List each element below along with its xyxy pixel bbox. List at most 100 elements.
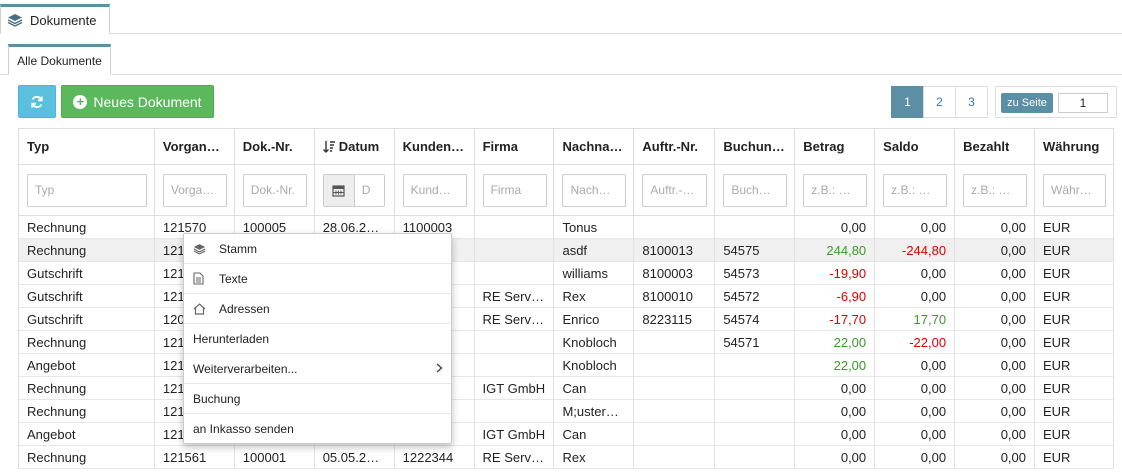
column-header-8[interactable]: Buchun… bbox=[715, 129, 796, 164]
filter-input-6[interactable]: Nach… bbox=[562, 173, 627, 207]
table-cell: 8100003 bbox=[634, 262, 716, 284]
column-header-7[interactable]: Auftr.-Nr. bbox=[634, 129, 716, 164]
context-menu-label: Buchung bbox=[193, 391, 241, 406]
context-menu-label: an Inkasso senden bbox=[193, 422, 294, 436]
column-header-label: Vorgan… bbox=[162, 139, 220, 154]
filter-input-12[interactable]: Währ… bbox=[1043, 173, 1107, 207]
table-cell: RE Serv… bbox=[475, 285, 555, 307]
column-header-10[interactable]: Saldo bbox=[875, 129, 956, 164]
page-1-button[interactable]: 1 bbox=[891, 86, 924, 118]
context-menu-item-an-inkasso-senden[interactable]: an Inkasso senden bbox=[184, 414, 451, 444]
context-menu-item-herunterladen[interactable]: Herunterladen bbox=[184, 324, 451, 354]
table-row[interactable]: Rechnung 121561 100001 05.05.2… 1222344 RE Se… bbox=[19, 446, 1114, 469]
filter-input-7[interactable]: Auftr.-… bbox=[642, 173, 708, 207]
table-cell: EUR bbox=[1035, 331, 1114, 353]
table-cell: -17,70 bbox=[795, 308, 876, 330]
table-cell: EUR bbox=[1035, 446, 1114, 468]
table-cell: EUR bbox=[1035, 400, 1114, 422]
page-3-button[interactable]: 3 bbox=[955, 86, 988, 118]
table-cell: 100001 bbox=[235, 446, 315, 468]
column-header-5[interactable]: Firma bbox=[475, 129, 555, 164]
table-cell: williams bbox=[554, 262, 635, 284]
tab-dokumente[interactable]: Dokumente bbox=[0, 4, 110, 34]
new-document-button[interactable]: + Neues Dokument bbox=[61, 85, 214, 118]
context-menu-item-stamm[interactable]: Stamm bbox=[184, 234, 451, 264]
table-cell bbox=[715, 377, 796, 399]
goto-page-button[interactable]: zu Seite bbox=[1001, 93, 1053, 113]
table-cell: 0,00 bbox=[955, 377, 1035, 399]
filter-cell: z.B.: … bbox=[955, 165, 1036, 215]
filter-input-2[interactable]: Dok.-Nr. bbox=[242, 173, 307, 207]
table-cell: 0,00 bbox=[955, 331, 1035, 353]
table-cell: RE Serv… bbox=[475, 446, 555, 468]
column-header-12[interactable]: Währung bbox=[1035, 129, 1114, 164]
table-cell bbox=[475, 216, 555, 238]
column-header-label: Bezahlt bbox=[963, 139, 1010, 154]
column-header-label: Betrag bbox=[803, 139, 845, 154]
table-cell: 54572 bbox=[715, 285, 796, 307]
filter-input-datum[interactable]: D bbox=[354, 173, 385, 207]
table-cell: 54575 bbox=[715, 239, 796, 261]
column-header-3[interactable]: Datum bbox=[315, 129, 395, 164]
column-header-6[interactable]: Nachna… bbox=[554, 129, 635, 164]
table-cell: 0,00 bbox=[955, 308, 1035, 330]
table-cell bbox=[475, 262, 555, 284]
column-header-1[interactable]: Vorgan… bbox=[155, 129, 235, 164]
column-header-label: Währung bbox=[1043, 139, 1100, 154]
table-cell: 0,00 bbox=[795, 400, 876, 422]
table-cell: Knobloch bbox=[554, 354, 635, 376]
filter-input-10[interactable]: z.B.: … bbox=[883, 173, 948, 207]
column-header-label: Datum bbox=[338, 139, 380, 154]
table-cell: -19,90 bbox=[795, 262, 876, 284]
context-menu-item-adressen[interactable]: Adressen bbox=[184, 294, 451, 324]
context-menu-label: Weiterverarbeiten... bbox=[193, 361, 298, 376]
table-cell: Rechnung bbox=[19, 377, 155, 399]
column-header-4[interactable]: Kunden… bbox=[395, 129, 475, 164]
filter-cell: D bbox=[315, 165, 395, 215]
table-cell: EUR bbox=[1035, 423, 1114, 445]
table-cell: Rechnung bbox=[19, 331, 155, 353]
filter-input-4[interactable]: Kund… bbox=[402, 173, 467, 207]
plus-circle-icon: + bbox=[73, 94, 88, 109]
column-header-0[interactable]: Typ bbox=[19, 129, 155, 164]
table-cell: M;uster… bbox=[554, 400, 635, 422]
filter-cell: Typ bbox=[19, 165, 155, 215]
column-header-label: Auftr.-Nr. bbox=[642, 139, 699, 154]
page-2-button[interactable]: 2 bbox=[923, 86, 956, 118]
context-menu-item-weiterverarbeiten[interactable]: Weiterverarbeiten... bbox=[184, 354, 451, 384]
layers-icon bbox=[7, 13, 23, 27]
table-cell: Rechnung bbox=[19, 239, 155, 261]
table-cell bbox=[715, 400, 796, 422]
context-menu-label: Adressen bbox=[219, 301, 270, 316]
column-header-11[interactable]: Bezahlt bbox=[955, 129, 1036, 164]
calendar-icon[interactable] bbox=[322, 173, 355, 207]
table-cell: 22,00 bbox=[795, 331, 876, 353]
filter-cell: z.B.: … bbox=[875, 165, 956, 215]
table-cell: -22,00 bbox=[875, 331, 956, 353]
table-cell: Angebot bbox=[19, 354, 155, 376]
filter-input-11[interactable]: z.B.: … bbox=[963, 173, 1028, 207]
filter-cell: Firma bbox=[475, 165, 555, 215]
table-cell: Rex bbox=[554, 285, 635, 307]
filter-input-8[interactable]: Buch… bbox=[723, 173, 788, 207]
filter-input-5[interactable]: Firma bbox=[482, 173, 547, 207]
table-cell: 0,00 bbox=[875, 377, 956, 399]
top-tab-bar bbox=[0, 0, 1122, 34]
goto-page-input[interactable]: 1 bbox=[1058, 93, 1108, 113]
context-menu-item-buchung[interactable]: Buchung bbox=[184, 384, 451, 414]
filter-input-0[interactable]: Typ bbox=[27, 173, 147, 207]
column-header-9[interactable]: Betrag bbox=[795, 129, 876, 164]
context-menu-item-texte[interactable]: Texte bbox=[184, 264, 451, 294]
column-header-2[interactable]: Dok.-Nr. bbox=[235, 129, 315, 164]
refresh-button[interactable] bbox=[18, 85, 56, 118]
filter-input-1[interactable]: Vorga… bbox=[162, 173, 227, 207]
filter-cell: z.B.: … bbox=[795, 165, 876, 215]
table-cell: EUR bbox=[1035, 262, 1114, 284]
table-cell: EUR bbox=[1035, 216, 1114, 238]
table-cell bbox=[634, 446, 716, 468]
table-cell: 0,00 bbox=[955, 262, 1035, 284]
table-cell bbox=[634, 423, 716, 445]
column-header-label: Buchun… bbox=[723, 139, 785, 154]
filter-input-9[interactable]: z.B.: … bbox=[803, 173, 868, 207]
tab-alle-dokumente[interactable]: Alle Dokumente bbox=[8, 44, 111, 75]
